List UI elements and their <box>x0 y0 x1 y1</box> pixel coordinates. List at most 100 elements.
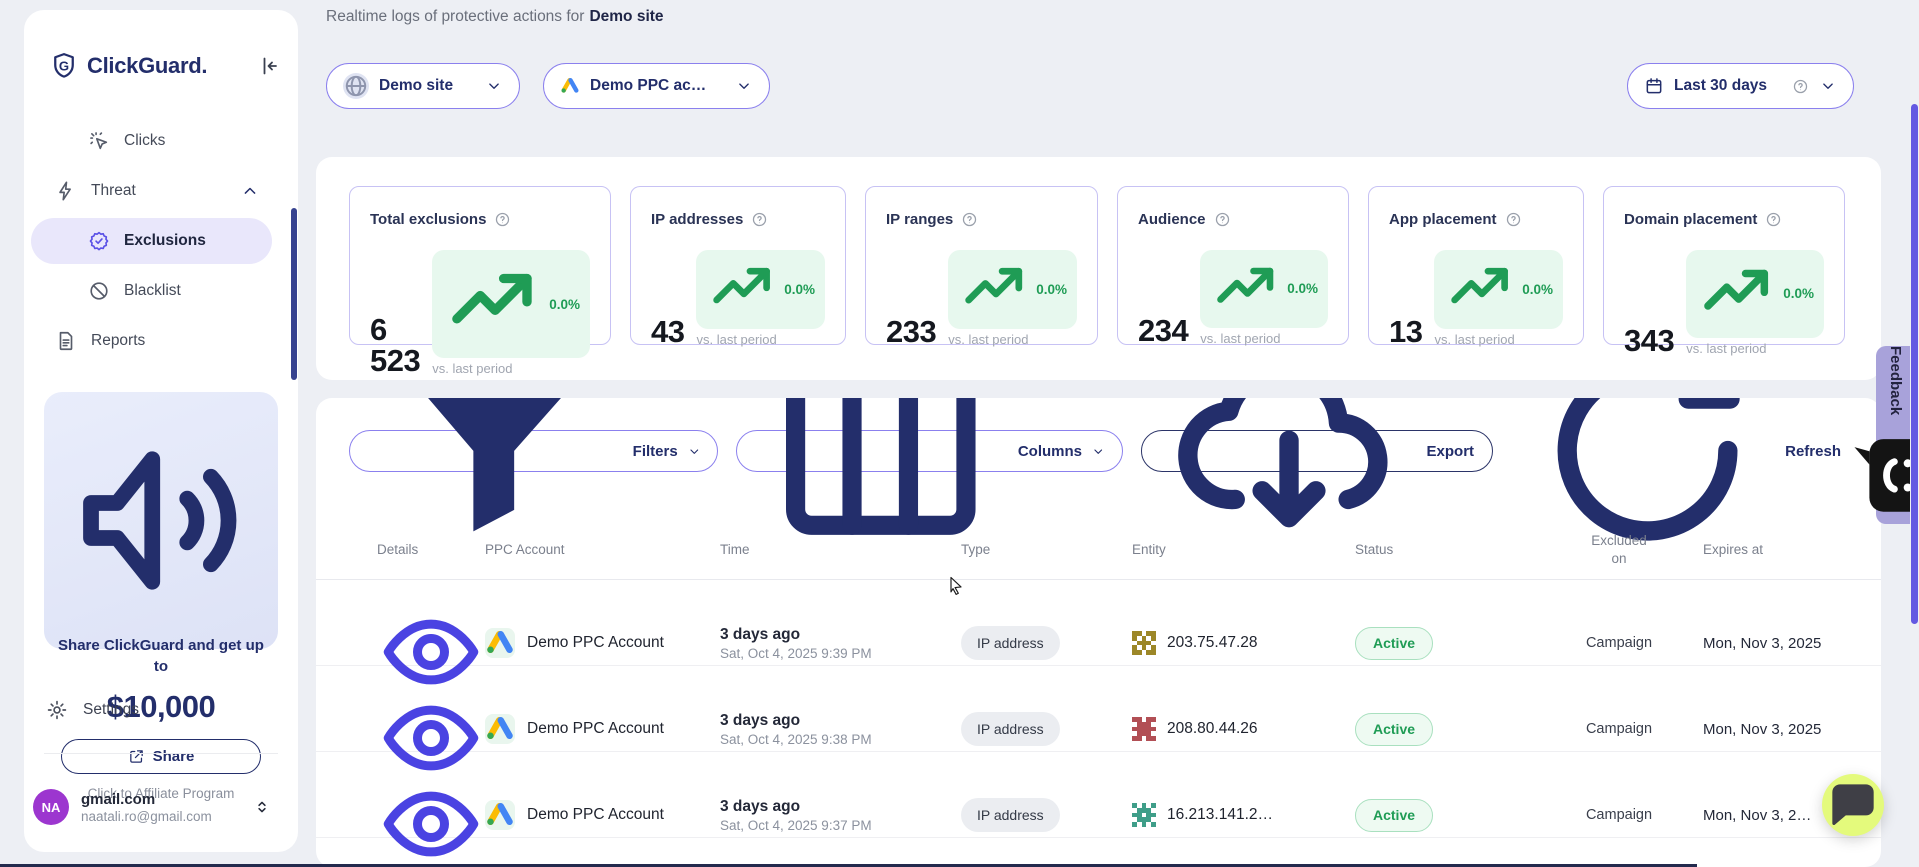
ip-identicon <box>1132 631 1156 655</box>
stat-value: 13 <box>1389 316 1422 347</box>
trend-up-icon <box>958 253 1031 326</box>
help-icon[interactable] <box>1214 211 1231 228</box>
sidebar-nav-item[interactable]: Clicks <box>31 118 272 164</box>
sidebar-scrollbar-thumb[interactable] <box>291 208 297 380</box>
refresh-button-label: Refresh <box>1785 443 1841 460</box>
avatar: NA <box>33 789 69 825</box>
stat-card: IP addresses 43 0.0% vs. last period <box>630 186 846 345</box>
row-time-relative: 3 days ago <box>720 712 961 730</box>
subtitle-text: Realtime logs of protective actions for <box>326 8 584 25</box>
trend-up-icon <box>706 253 779 326</box>
sidebar-item-settings[interactable]: Settings <box>46 687 139 733</box>
row-type-badge: IP address <box>961 626 1060 660</box>
help-icon[interactable] <box>1792 78 1809 95</box>
table-header-row: DetailsPPC AccountTimeTypeEntityStatusEx… <box>316 520 1881 580</box>
ip-identicon <box>1132 717 1156 741</box>
chevron-down-icon <box>1819 77 1837 95</box>
calendar-icon <box>1644 76 1664 96</box>
google-ads-icon <box>485 800 515 830</box>
export-button[interactable]: Export <box>1141 430 1494 472</box>
page-scrollbar-thumb[interactable] <box>1911 104 1918 624</box>
nav-item-icon <box>88 280 110 302</box>
chevron-down-icon <box>1091 443 1105 460</box>
filters-button-label: Filters <box>633 443 678 460</box>
row-type-badge: IP address <box>961 712 1060 746</box>
stat-change-badge: 0.0% <box>1434 250 1563 329</box>
sidebar-divider <box>44 753 278 754</box>
row-entity: 16.213.141.2… <box>1167 806 1273 824</box>
help-icon[interactable] <box>751 211 768 228</box>
row-time-relative: 3 days ago <box>720 798 961 816</box>
page-subtitle: Realtime logs of protective actions forD… <box>326 8 664 26</box>
help-icon[interactable] <box>494 211 511 228</box>
stat-card: IP ranges 233 0.0% vs. last period <box>865 186 1098 345</box>
feedback-smiley-chat-icon <box>1848 427 1919 524</box>
help-icon[interactable] <box>1505 211 1522 228</box>
sidebar-nav-item[interactable]: Blacklist <box>31 268 272 314</box>
stat-compare-label: vs. last period <box>1200 331 1328 346</box>
feedback-label: Feedback <box>1888 346 1905 415</box>
row-type-badge: IP address <box>961 798 1060 832</box>
sidebar-nav-item[interactable]: Threat <box>31 168 272 214</box>
row-expires-at: Mon, Nov 3, 2025 <box>1693 635 1865 652</box>
column-header: Expires at <box>1693 542 1865 557</box>
stat-value: 343 <box>1624 325 1674 356</box>
stat-compare-label: vs. last period <box>948 332 1077 347</box>
table-row: Demo PPC Account 3 days ago Sat, Oct 4, … <box>316 580 1881 666</box>
row-status-badge: Active <box>1355 713 1433 746</box>
stat-label: App placement <box>1389 211 1497 228</box>
nav-item-label: Blacklist <box>124 282 272 300</box>
gear-icon <box>46 699 68 721</box>
chevron-down-icon <box>485 77 503 95</box>
megaphone-icon <box>56 414 266 627</box>
trend-up-icon <box>1210 253 1282 325</box>
row-time-absolute: Sat, Oct 4, 2025 9:37 PM <box>720 818 961 833</box>
help-icon[interactable] <box>961 211 978 228</box>
sidebar-nav-item[interactable]: Exclusions <box>31 218 272 264</box>
stat-card: Domain placement 343 0.0% vs. last perio… <box>1603 186 1845 345</box>
chevron-down-icon <box>735 77 753 95</box>
chevron-up-icon <box>240 181 260 201</box>
table-row: Demo PPC Account 3 days ago <box>316 838 1881 867</box>
table-toolbar: Filters Columns Export Refresh <box>349 428 1841 474</box>
account-switcher[interactable]: NA gmail.com naatali.ro@gmail.com <box>33 781 284 833</box>
chat-launcher-button[interactable] <box>1822 774 1884 836</box>
chevron-updown-icon <box>252 797 272 817</box>
stat-change-badge: 0.0% <box>1200 250 1328 328</box>
share-button[interactable]: Share <box>61 739 261 774</box>
row-entity: 203.75.47.28 <box>1167 634 1258 652</box>
stat-value: 6 523 <box>370 314 420 376</box>
nav-item-icon <box>88 130 110 152</box>
nav-item-label: Reports <box>91 332 272 350</box>
ppc-account-selector-dropdown[interactable]: Demo PPC ac… <box>543 63 770 109</box>
columns-dropdown-button[interactable]: Columns <box>736 430 1122 472</box>
stat-card: Total exclusions 6 523 0.0% vs. last per… <box>349 186 611 345</box>
site-selector-dropdown[interactable]: Demo site <box>326 63 520 109</box>
trend-up-icon <box>1696 253 1778 335</box>
row-entity: 208.80.44.26 <box>1167 720 1258 738</box>
external-link-icon <box>128 748 145 765</box>
column-header: Details <box>377 542 485 557</box>
settings-label: Settings <box>83 701 139 719</box>
filters-dropdown-button[interactable]: Filters <box>349 430 718 472</box>
table-body: Demo PPC Account 3 days ago Sat, Oct 4, … <box>316 580 1881 867</box>
sidebar-nav-item[interactable]: Reports <box>31 318 272 364</box>
row-excluded-on: Campaign <box>1586 807 1652 823</box>
date-range-dropdown[interactable]: Last 30 days <box>1627 63 1854 109</box>
stat-label: IP ranges <box>886 211 953 228</box>
ppc-account-selector-value: Demo PPC ac… <box>590 77 725 95</box>
stat-card: Audience 234 0.0% vs. last period <box>1117 186 1349 345</box>
sidebar-collapse-icon[interactable] <box>256 54 280 78</box>
help-icon[interactable] <box>1765 211 1782 228</box>
stat-label: Domain placement <box>1624 211 1757 228</box>
sidebar: G ClickGuard. Clicks Threat Exclusions B… <box>24 10 298 852</box>
stat-label: IP addresses <box>651 211 743 228</box>
row-excluded-on: Campaign <box>1586 721 1652 737</box>
row-time-absolute: Sat, Oct 4, 2025 9:39 PM <box>720 646 961 661</box>
row-status-badge: Active <box>1355 799 1433 832</box>
date-range-value: Last 30 days <box>1674 77 1782 95</box>
nav-item-label: Clicks <box>124 132 272 150</box>
brand-name: ClickGuard. <box>87 53 256 79</box>
nav-item-icon <box>55 180 77 202</box>
stat-label: Total exclusions <box>370 211 486 228</box>
